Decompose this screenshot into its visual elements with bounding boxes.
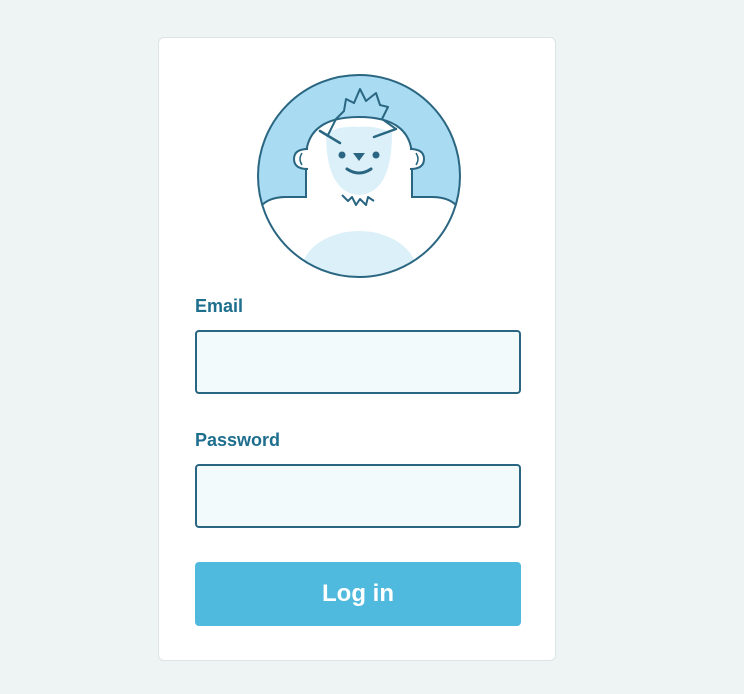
login-card: Email Password Log in [158,37,556,661]
login-button[interactable]: Log in [195,562,521,626]
password-field[interactable] [195,464,521,528]
password-label: Password [195,430,281,450]
yeti-avatar-icon [257,74,461,278]
email-label: Email [195,296,244,316]
email-field[interactable] [195,330,521,394]
